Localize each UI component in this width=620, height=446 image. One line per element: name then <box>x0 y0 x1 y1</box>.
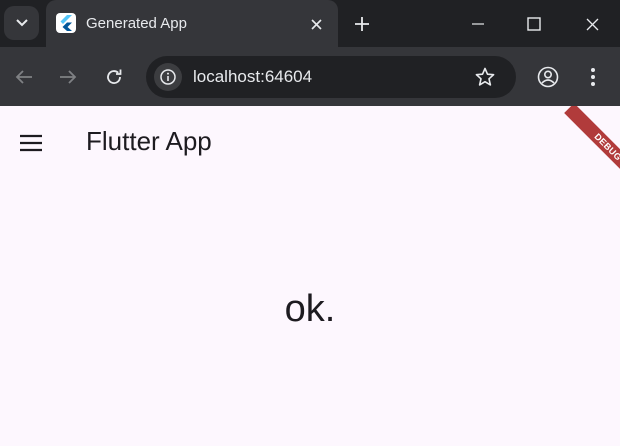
tab-strip: Generated App <box>0 0 620 47</box>
tab-search-icon <box>15 19 28 27</box>
debug-banner: DEBUG <box>564 106 620 191</box>
body-text: ok. <box>284 288 336 330</box>
more-vert-icon <box>591 68 595 86</box>
star-icon <box>475 67 495 86</box>
app-viewport: Flutter App ok. DEBUG <box>0 106 620 446</box>
reload-button[interactable] <box>101 64 127 90</box>
app-bar-title: Flutter App <box>86 126 212 156</box>
forward-button[interactable] <box>55 64 81 90</box>
window-close-icon <box>586 18 598 30</box>
active-tab[interactable]: Generated App <box>46 0 338 47</box>
maximize-button[interactable] <box>519 10 549 38</box>
address-bar[interactable]: localhost:64604 <box>146 56 516 98</box>
more-menu-button[interactable] <box>580 64 606 90</box>
hamburger-menu-icon <box>20 134 42 152</box>
back-button[interactable] <box>11 64 37 90</box>
minimize-button[interactable] <box>463 10 493 38</box>
tab-close-button[interactable] <box>304 12 328 36</box>
window-close-button[interactable] <box>577 10 607 38</box>
url-text[interactable]: localhost:64604 <box>193 67 312 87</box>
site-info-button[interactable] <box>154 63 182 91</box>
tab-search-button[interactable] <box>4 6 39 40</box>
bookmark-button[interactable] <box>472 64 498 90</box>
tab-title: Generated App <box>86 15 187 32</box>
plus-icon <box>355 17 369 31</box>
minimize-icon <box>472 23 484 25</box>
profile-button[interactable] <box>535 64 561 90</box>
close-icon <box>310 18 322 30</box>
drawer-menu-button[interactable] <box>14 126 48 160</box>
reload-icon <box>107 69 122 84</box>
forward-arrow-icon <box>60 70 77 84</box>
profile-icon <box>537 66 559 88</box>
browser-toolbar: localhost:64604 <box>0 47 620 106</box>
flutter-icon <box>60 15 72 31</box>
back-arrow-icon <box>15 70 32 84</box>
info-icon <box>160 69 176 85</box>
maximize-icon <box>527 17 541 31</box>
tab-favicon <box>56 13 76 33</box>
new-tab-button[interactable] <box>349 11 375 37</box>
